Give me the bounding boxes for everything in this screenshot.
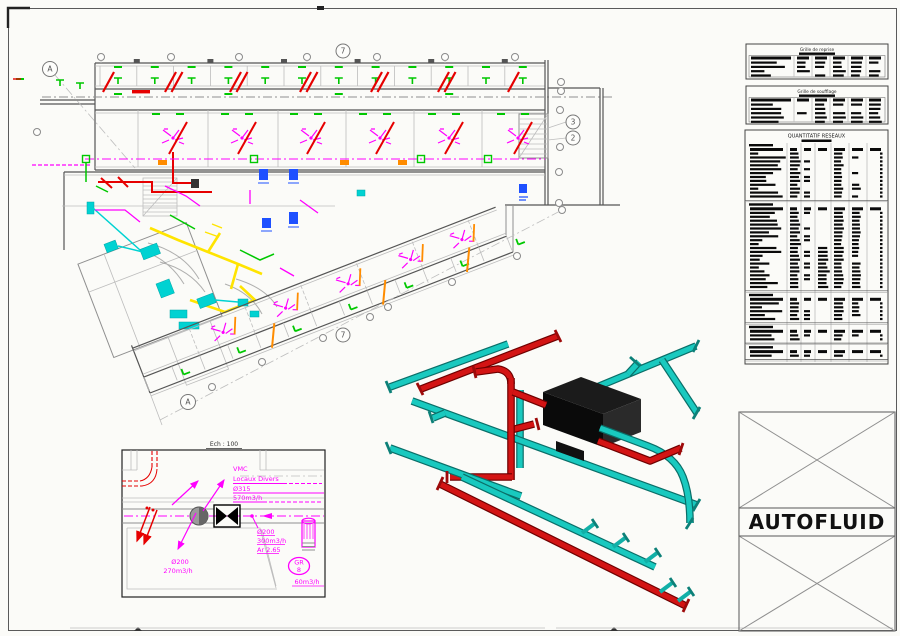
top-tick <box>317 6 324 10</box>
svg-text:Grille de soufflage: Grille de soufflage <box>797 89 837 95</box>
svg-text:Grille de reprise: Grille de reprise <box>800 47 835 53</box>
grid-bubble: 2 <box>566 131 580 145</box>
label-d315: Ø315 <box>233 485 251 493</box>
grid-bubble: 3 <box>566 115 580 129</box>
svg-text:A: A <box>47 64 53 73</box>
lower-wing <box>132 207 563 425</box>
label-f60: 60m3/h <box>294 578 319 586</box>
svg-text:7: 7 <box>341 330 346 339</box>
svg-text:A: A <box>185 397 191 406</box>
supply-duct <box>421 336 558 389</box>
grid-bubble: 7 <box>336 44 350 58</box>
detail-scale-label: Ech : 100 <box>210 441 238 448</box>
label-vmc: VMC <box>233 465 248 473</box>
software-logo: AUTOFLUID <box>749 510 886 534</box>
label-gr-num: 8 <box>297 566 301 574</box>
label-locaux: Locaux Divers <box>233 475 279 483</box>
label-d200a: Ø200 <box>257 528 275 536</box>
drawing-sheet: A 7 3 2 7 A <box>0 0 900 636</box>
label-f300: 300m3/h <box>257 537 286 545</box>
legend-tables-panel: Grille de reprise Grille de soufflage QUAN… <box>745 44 888 364</box>
grid-bubble: 7 <box>336 328 350 342</box>
label-d200b: Ø200 <box>171 558 189 566</box>
corner-mark <box>8 8 30 28</box>
label-ar: Ar 2.65 <box>257 546 281 554</box>
supply-duct <box>440 484 686 606</box>
grid-bubble: A <box>181 395 196 410</box>
floor-plan: A 7 3 2 7 A <box>13 44 620 425</box>
title-block: AUTOFLUID <box>739 412 895 631</box>
iso-3d-view <box>386 330 700 612</box>
mechanical-room-ducts <box>32 152 365 329</box>
grid-bubble: A <box>43 62 58 77</box>
svg-text:7: 7 <box>341 46 346 55</box>
legend-table-1: Grille de soufflage <box>746 86 888 124</box>
legend-table-0: Grille de reprise <box>746 44 888 79</box>
svg-text:2: 2 <box>571 133 576 142</box>
svg-text:3: 3 <box>571 117 576 126</box>
damper-icon <box>214 505 240 527</box>
detail-inset: Ech : 100 VMC Locaux Divers Ø315 570m3/h <box>122 441 325 597</box>
label-f270: 270m3/h <box>163 567 192 575</box>
legend-table-2: QUANTITATIF RESEAUX <box>745 130 888 364</box>
label-f570: 570m3/h <box>233 494 262 502</box>
stair-hatch <box>143 178 177 216</box>
svg-text:QUANTITATIF RESEAUX: QUANTITATIF RESEAUX <box>788 134 846 140</box>
